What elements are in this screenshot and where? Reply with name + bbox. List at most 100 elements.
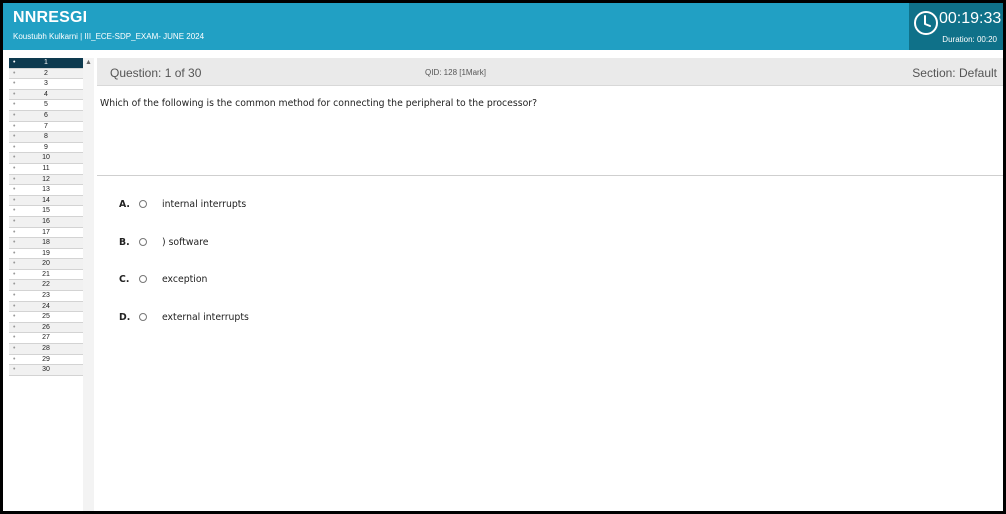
status-dot-icon: • — [13, 355, 16, 363]
question-nav-item[interactable]: • 19 — [9, 249, 83, 260]
question-nav-item[interactable]: • 16 — [9, 216, 83, 228]
question-nav-item[interactable]: • 2 — [9, 68, 83, 80]
question-nav-item[interactable]: • 15 — [9, 206, 83, 217]
question-nav-number: 17 — [42, 228, 50, 236]
question-nav-number: 10 — [42, 154, 50, 162]
question-nav-item[interactable]: • 13 — [9, 185, 83, 196]
option-text[interactable]: external interrupts — [162, 312, 249, 323]
status-dot-icon: • — [13, 90, 16, 98]
question-nav-number: 2 — [44, 69, 48, 77]
status-dot-icon: • — [13, 122, 16, 130]
question-nav-number: 12 — [42, 175, 50, 183]
question-nav-item[interactable]: • 1 — [9, 58, 83, 69]
status-dot-icon: • — [13, 101, 16, 109]
question-nav-item[interactable]: • 3 — [9, 79, 83, 90]
status-dot-icon: • — [13, 228, 16, 236]
question-nav-number: 30 — [42, 366, 50, 374]
question-navigator: • 1 • 2 • 3 • 4 • 5 • 6 • 7 • 8 • 9 • 10 • 11 • 12 • 13 • 14 • 15 • 16 •… — [3, 50, 97, 511]
status-dot-icon: • — [13, 207, 16, 215]
question-nav-item[interactable]: • 7 — [9, 122, 83, 133]
question-nav-item[interactable]: • 25 — [9, 312, 83, 323]
status-dot-icon: • — [13, 302, 16, 310]
question-nav-item[interactable]: • 29 — [9, 355, 83, 366]
option-letter: B. — [119, 237, 130, 248]
status-dot-icon: • — [13, 345, 16, 353]
option-text[interactable]: ) software — [162, 237, 209, 248]
question-nav-item[interactable]: • 4 — [9, 89, 83, 101]
question-nav-item[interactable]: • 12 — [9, 174, 83, 186]
question-nav-item[interactable]: • 18 — [9, 238, 83, 249]
question-nav-item[interactable]: • 24 — [9, 301, 83, 313]
question-nav-item[interactable]: • 26 — [9, 322, 83, 334]
question-panel: Question: 1 of 30 QID: 128 [1Mark] Secti… — [97, 50, 1003, 511]
question-nav-item[interactable]: • 9 — [9, 143, 83, 154]
question-list: • 1 • 2 • 3 • 4 • 5 • 6 • 7 • 8 • 9 • 10 • 11 • 12 • 13 • 14 • 15 • 16 •… — [9, 58, 83, 376]
status-dot-icon: • — [13, 154, 16, 162]
question-nav-number: 9 — [44, 143, 48, 151]
option-text[interactable]: internal interrupts — [162, 199, 246, 210]
question-nav-item[interactable]: • 27 — [9, 333, 83, 345]
question-nav-number: 4 — [44, 90, 48, 98]
question-nav-number: 3 — [44, 80, 48, 88]
question-nav-item[interactable]: • 10 — [9, 153, 83, 164]
question-nav-number: 27 — [42, 334, 50, 342]
option-d-radio[interactable] — [139, 313, 147, 321]
question-info-bar: Question: 1 of 30 QID: 128 [1Mark] Secti… — [97, 58, 1003, 86]
question-nav-item[interactable]: • 30 — [9, 365, 83, 376]
question-nav-item[interactable]: • 28 — [9, 344, 83, 355]
question-nav-number: 28 — [42, 345, 50, 353]
question-text: Which of the following is the common met… — [100, 98, 538, 109]
exam-window: NNRESGI Koustubh Kulkarni | III_ECE-SDP_… — [0, 0, 1006, 514]
question-nav-item[interactable]: • 6 — [9, 110, 83, 122]
option-letter: D. — [119, 312, 131, 323]
option-text[interactable]: exception — [162, 274, 207, 285]
question-nav-item[interactable]: • 17 — [9, 228, 83, 239]
status-dot-icon: • — [13, 366, 16, 374]
question-nav-item[interactable]: • 21 — [9, 270, 83, 281]
question-nav-number: 18 — [42, 239, 50, 247]
question-nav-number: 21 — [42, 270, 50, 278]
question-divider — [97, 175, 1003, 176]
header-bar: NNRESGI Koustubh Kulkarni | III_ECE-SDP_… — [3, 3, 1003, 50]
question-nav-number: 25 — [42, 313, 50, 321]
question-nav-item[interactable]: • 22 — [9, 280, 83, 292]
navigator-scrollbar[interactable]: ▲ — [83, 58, 94, 511]
status-dot-icon: • — [13, 196, 16, 204]
question-nav-number: 8 — [44, 133, 48, 141]
question-nav-number: 11 — [42, 164, 50, 172]
question-nav-number: 16 — [42, 217, 50, 225]
status-dot-icon: • — [13, 281, 16, 289]
question-nav-item[interactable]: • 23 — [9, 291, 83, 302]
status-dot-icon: • — [13, 133, 16, 141]
status-dot-icon: • — [13, 323, 16, 331]
status-dot-icon: • — [13, 334, 16, 342]
option-letter: C. — [119, 274, 130, 285]
question-nav-item[interactable]: • 8 — [9, 132, 83, 143]
question-nav-item[interactable]: • 20 — [9, 259, 83, 270]
status-dot-icon: • — [13, 249, 16, 257]
question-nav-item[interactable]: • 11 — [9, 164, 83, 175]
question-nav-number: 23 — [42, 292, 50, 300]
question-nav-number: 20 — [42, 260, 50, 268]
status-dot-icon: • — [13, 164, 16, 172]
status-dot-icon: • — [13, 80, 16, 88]
status-dot-icon: • — [13, 59, 16, 66]
question-nav-item[interactable]: • 14 — [9, 195, 83, 207]
question-nav-number: 14 — [42, 196, 50, 204]
status-dot-icon: • — [13, 270, 16, 278]
countdown-timer: 00:19:33 — [939, 10, 1002, 27]
status-dot-icon: • — [13, 175, 16, 183]
question-nav-item[interactable]: • 5 — [9, 100, 83, 111]
status-dot-icon: • — [13, 217, 16, 225]
question-nav-number: 26 — [42, 323, 50, 331]
status-dot-icon: • — [13, 260, 16, 268]
scroll-up-arrow-icon[interactable]: ▲ — [83, 58, 94, 68]
brand-name: NNRESGI — [13, 9, 88, 26]
option-c-radio[interactable] — [139, 275, 147, 283]
option-a-radio[interactable] — [139, 200, 147, 208]
status-dot-icon: • — [13, 69, 16, 77]
question-nav-number: 29 — [42, 355, 50, 363]
option-letter: A. — [119, 199, 130, 210]
status-dot-icon: • — [13, 186, 16, 194]
option-b-radio[interactable] — [139, 238, 147, 246]
